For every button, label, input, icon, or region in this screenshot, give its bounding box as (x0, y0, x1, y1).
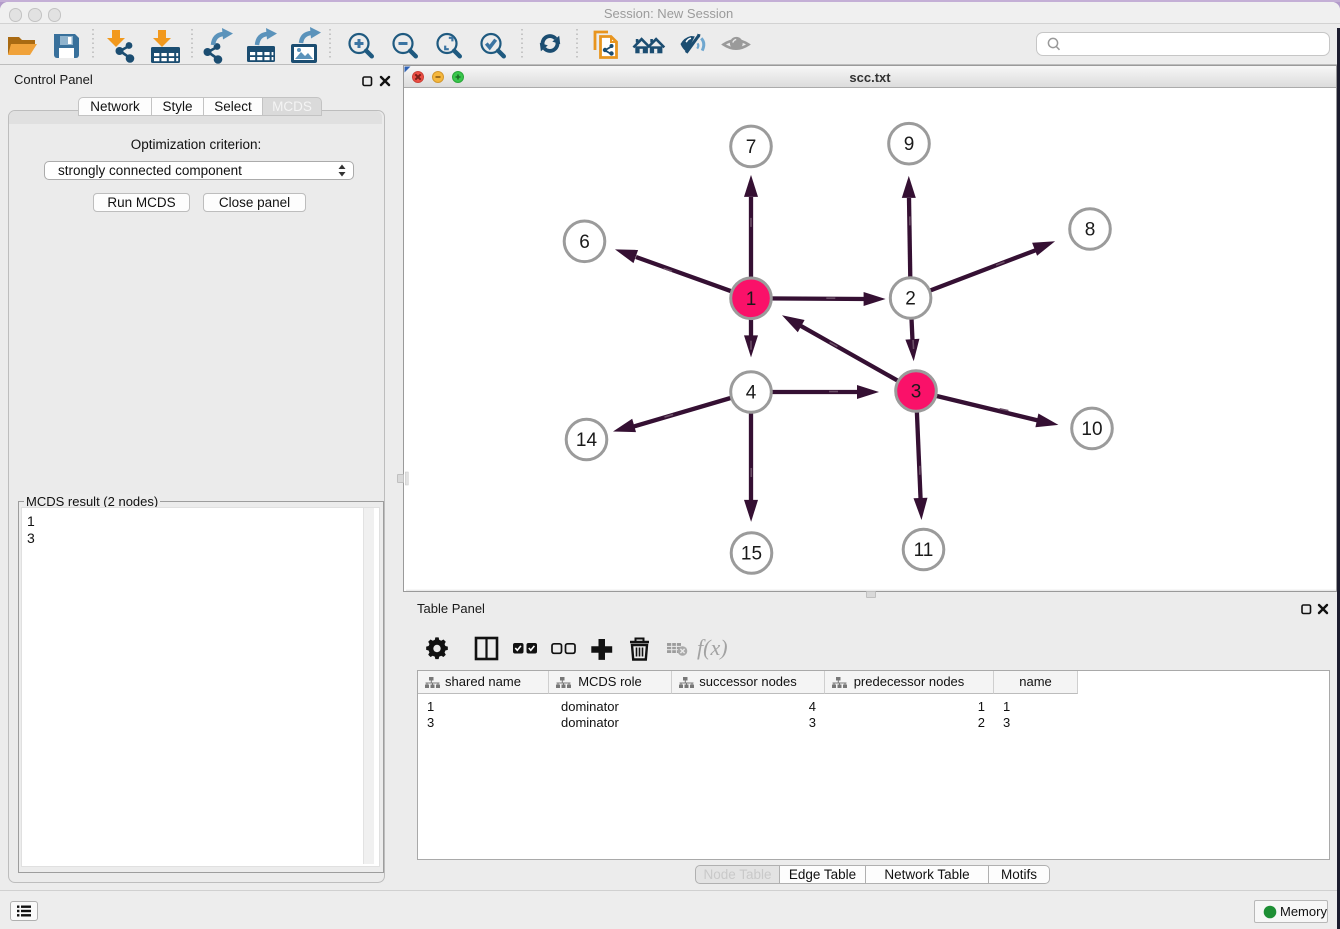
svg-text:4: 4 (746, 383, 757, 404)
svg-text:2: 2 (905, 289, 916, 310)
svg-text:9: 9 (904, 134, 915, 155)
svg-text:1: 1 (746, 289, 757, 310)
svg-text:11: 11 (914, 540, 934, 561)
svg-text:15: 15 (741, 544, 762, 565)
svg-text:8: 8 (1085, 220, 1096, 241)
svg-text:7: 7 (746, 137, 757, 158)
svg-text:10: 10 (1081, 419, 1102, 440)
svg-text:3: 3 (911, 382, 922, 403)
svg-text:f(x): f(x) (697, 635, 728, 660)
svg-text:14: 14 (576, 430, 598, 451)
svg-text:6: 6 (579, 232, 590, 253)
